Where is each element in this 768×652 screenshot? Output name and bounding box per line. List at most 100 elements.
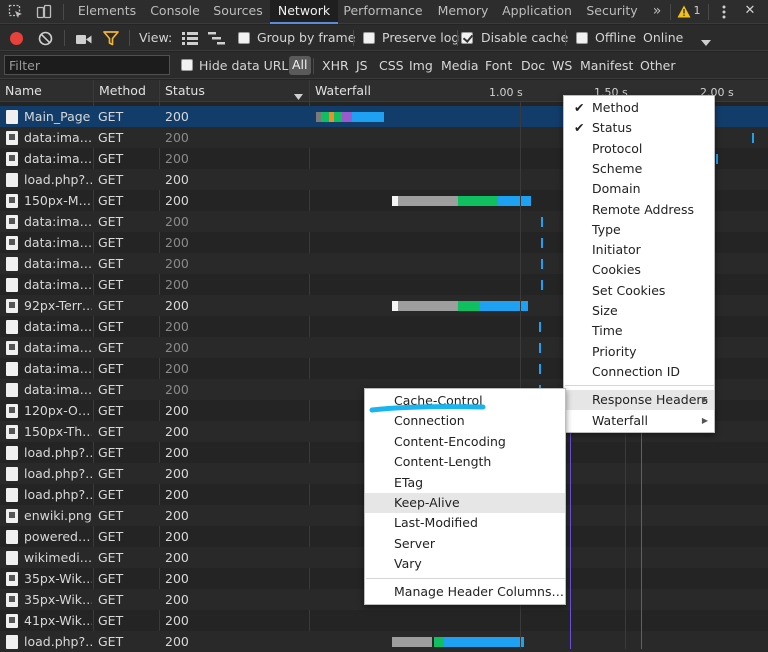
filter-type-css[interactable]: CSS xyxy=(379,52,404,79)
menu-item-protocol[interactable]: Protocol xyxy=(564,139,714,159)
menu-item-priority[interactable]: Priority xyxy=(564,342,714,362)
filter-type-img[interactable]: Img xyxy=(409,52,433,79)
tab-performance[interactable]: Performance xyxy=(340,0,426,24)
screenshot-capture-icon[interactable] xyxy=(76,33,92,44)
overview-icon[interactable] xyxy=(208,32,225,45)
menu-item-cookies[interactable]: Cookies xyxy=(564,260,714,280)
request-name[interactable]: load.php?… xyxy=(24,484,92,505)
throttling-select[interactable]: Online xyxy=(643,25,683,51)
column-header-method[interactable]: Method xyxy=(94,80,158,102)
hide-data-urls-checkbox[interactable] xyxy=(181,59,193,71)
request-name[interactable]: load.php?… xyxy=(24,463,92,484)
request-name[interactable]: 35px-Wik… xyxy=(24,568,92,589)
disable-cache-label[interactable]: Disable cache xyxy=(481,25,568,51)
column-header-name[interactable]: Name xyxy=(0,80,92,102)
request-name[interactable]: 35px-Wik… xyxy=(24,589,92,610)
column-header-status[interactable]: Status xyxy=(160,80,308,102)
waterfall-timing-bar[interactable] xyxy=(444,637,524,647)
filter-type-xhr[interactable]: XHR xyxy=(322,52,349,79)
menu-item-scheme[interactable]: Scheme xyxy=(564,159,714,179)
waterfall-timing-bar[interactable] xyxy=(716,154,718,164)
waterfall-timing-bar[interactable] xyxy=(458,196,498,206)
tab-sources[interactable]: Sources xyxy=(208,0,268,24)
preserve-log-checkbox[interactable] xyxy=(363,32,375,44)
menu-item-connection-id[interactable]: Connection ID xyxy=(564,362,714,382)
tab-memory[interactable]: Memory xyxy=(432,0,494,24)
menu-item-initiator[interactable]: Initiator xyxy=(564,240,714,260)
request-name[interactable]: data:ima… xyxy=(24,274,92,295)
filter-type-ws[interactable]: WS xyxy=(552,52,572,79)
submenu-response-headers[interactable]: Response Headers ▶ xyxy=(564,390,714,410)
filter-type-all[interactable]: All xyxy=(289,56,311,75)
group-by-frame-checkbox[interactable] xyxy=(238,32,250,44)
header-item-server[interactable]: Server xyxy=(365,534,565,554)
filter-type-other[interactable]: Other xyxy=(640,52,676,79)
filter-input[interactable] xyxy=(4,55,170,75)
waterfall-timing-bar[interactable] xyxy=(498,196,531,206)
group-by-frame-label[interactable]: Group by frame xyxy=(257,25,355,51)
waterfall-timing-bar[interactable] xyxy=(392,637,432,647)
header-item-content-encoding[interactable]: Content-Encoding xyxy=(365,432,565,452)
header-item-content-length[interactable]: Content-Length xyxy=(365,452,565,472)
menu-item-domain[interactable]: Domain xyxy=(564,179,714,199)
request-name[interactable]: data:ima… xyxy=(24,379,92,400)
filter-type-manifest[interactable]: Manifest xyxy=(580,52,633,79)
filter-funnel-icon[interactable] xyxy=(103,31,119,46)
more-tabs-button[interactable]: » xyxy=(648,0,666,24)
tab-network[interactable]: Network xyxy=(270,0,338,24)
waterfall-timing-bar[interactable] xyxy=(458,301,480,311)
waterfall-timing-bar[interactable] xyxy=(434,637,444,647)
manage-header-columns-item[interactable]: Manage Header Columns… xyxy=(365,582,565,602)
waterfall-timing-bar[interactable] xyxy=(398,196,458,206)
waterfall-timing-bar[interactable] xyxy=(539,343,541,353)
request-name[interactable]: 41px-Wik… xyxy=(24,610,92,631)
request-name[interactable]: data:ima… xyxy=(24,211,92,232)
request-name[interactable]: data:ima… xyxy=(24,253,92,274)
waterfall-timing-bar[interactable] xyxy=(334,112,342,122)
menu-item-type[interactable]: Type xyxy=(564,220,714,240)
header-item-etag[interactable]: ETag xyxy=(365,473,565,493)
request-name[interactable]: 150px-M… xyxy=(24,190,92,211)
clear-icon[interactable] xyxy=(38,31,53,46)
filter-type-font[interactable]: Font xyxy=(485,52,512,79)
waterfall-timing-bar[interactable] xyxy=(342,112,352,122)
warning-icon[interactable] xyxy=(677,5,691,18)
request-name[interactable]: data:ima… xyxy=(24,337,92,358)
filter-type-js[interactable]: JS xyxy=(356,52,368,79)
submenu-waterfall[interactable]: Waterfall ▶ xyxy=(564,411,714,431)
table-row[interactable]: 41px-Wik… GET 200 xyxy=(0,610,768,631)
waterfall-timing-bar[interactable] xyxy=(541,280,543,290)
request-name[interactable]: load.php?… xyxy=(24,169,92,190)
waterfall-timing-bar[interactable] xyxy=(541,238,543,248)
request-name[interactable]: data:ima… xyxy=(24,127,92,148)
request-name[interactable]: 150px-Th… xyxy=(24,421,92,442)
large-rows-icon[interactable] xyxy=(182,32,198,45)
waterfall-timing-bar[interactable] xyxy=(366,112,384,122)
waterfall-timing-bar[interactable] xyxy=(539,364,541,374)
request-name[interactable]: 92px-Terr… xyxy=(24,295,92,316)
column-header-waterfall[interactable]: Waterfall xyxy=(310,80,390,102)
menu-item-size[interactable]: Size xyxy=(564,301,714,321)
tab-elements[interactable]: Elements xyxy=(72,0,142,24)
kebab-menu-icon[interactable] xyxy=(716,4,732,20)
close-devtools-button[interactable]: ✕ xyxy=(740,0,760,24)
waterfall-timing-bar[interactable] xyxy=(398,301,458,311)
waterfall-timing-bar[interactable] xyxy=(541,259,543,269)
header-item-keep-alive[interactable]: Keep-Alive xyxy=(365,493,565,513)
request-name[interactable]: enwiki.png xyxy=(24,505,92,526)
record-icon[interactable] xyxy=(10,32,23,45)
disable-cache-checkbox[interactable] xyxy=(461,32,473,44)
request-name[interactable]: data:ima… xyxy=(24,358,92,379)
filter-type-media[interactable]: Media xyxy=(441,52,479,79)
offline-checkbox[interactable] xyxy=(576,32,588,44)
filter-type-doc[interactable]: Doc xyxy=(521,52,545,79)
waterfall-timing-bar[interactable] xyxy=(352,112,366,122)
menu-item-method[interactable]: ✔ Method xyxy=(564,98,714,118)
request-name[interactable]: data:ima… xyxy=(24,232,92,253)
preserve-log-label[interactable]: Preserve log xyxy=(382,25,459,51)
hide-data-urls-label[interactable]: Hide data URLs xyxy=(199,52,295,79)
request-name[interactable]: load.php?… xyxy=(24,442,92,463)
waterfall-timing-bar[interactable] xyxy=(321,112,329,122)
request-name[interactable]: data:ima… xyxy=(24,148,92,169)
device-toolbar-icon[interactable] xyxy=(36,4,52,20)
